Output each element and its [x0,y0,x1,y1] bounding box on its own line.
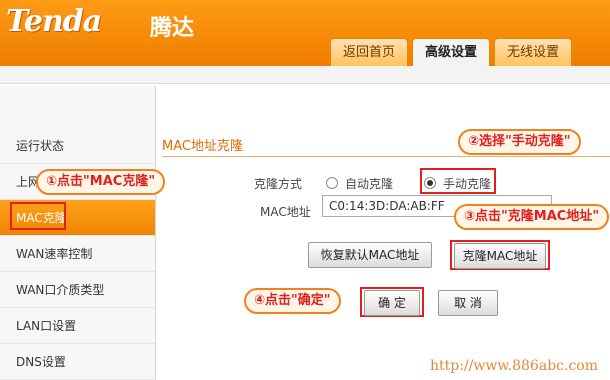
sidebar-item-lan[interactable]: LAN口设置 [0,308,155,344]
sidebar-item-wan-speed[interactable]: WAN速率控制 [0,236,155,272]
title-divider [162,156,610,157]
sub-bar [0,66,610,84]
ok-button[interactable]: 确 定 [364,290,420,316]
tab-home[interactable]: 返回首页 [330,38,409,66]
sidebar-item-status[interactable]: 运行状态 [0,128,155,164]
tab-advanced[interactable]: 高级设置 [412,38,491,66]
callout-step4: ④点击"确定" [244,288,341,314]
auto-clone-radio[interactable] [326,177,338,189]
mac-address-label: MAC地址 [260,205,311,219]
callout-step1: ①点击"MAC克隆" [36,169,166,195]
auto-clone-label: 自动克隆 [345,177,394,191]
header-bar: Tenda 腾达 返回首页 高级设置 无线设置 [0,0,610,66]
sidebar-item-wan-media[interactable]: WAN口介质类型 [0,272,155,308]
top-tabs: 返回首页 高级设置 无线设置 [330,38,576,66]
clone-mode-label: 克隆方式 [254,177,303,191]
clone-mac-button[interactable]: 克隆MAC地址 [454,243,546,269]
manual-clone-label: 手动克隆 [443,177,492,191]
mac-clone-highlight [10,202,66,230]
tab-wireless[interactable]: 无线设置 [494,38,573,66]
tenda-logo-cn: 腾达 [150,16,195,41]
callout-step3: ③点击"克隆MAC地址" [454,204,610,230]
tenda-logo: Tenda [6,4,102,39]
cancel-button[interactable]: 取 消 [438,290,498,316]
site-watermark: http://www.886abc.com [430,358,598,374]
callout-step2: ②选择"手动克隆" [458,129,581,155]
restore-default-mac-button[interactable]: 恢复默认MAC地址 [308,242,432,268]
page-title: MAC地址克隆 [162,139,243,154]
manual-clone-radio[interactable] [424,177,436,189]
sidebar: 运行状态 上网 MAC克隆 WAN速率控制 WAN口介质类型 LAN口设置 DN… [0,86,156,380]
sidebar-item-dns[interactable]: DNS设置 [0,344,155,380]
